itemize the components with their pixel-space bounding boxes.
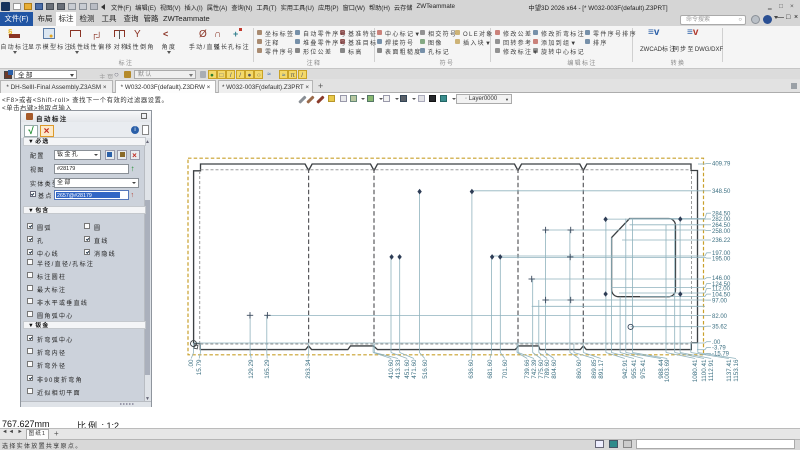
svg-text:413.33: 413.33 — [395, 359, 402, 379]
svg-text:15.79: 15.79 — [196, 359, 203, 375]
svg-text:1080.41: 1080.41 — [692, 359, 699, 382]
svg-text:409.79: 409.79 — [712, 162, 731, 168]
svg-text:35.62: 35.62 — [712, 324, 728, 330]
svg-text:1100.41: 1100.41 — [701, 359, 708, 382]
svg-text:860.60: 860.60 — [576, 359, 583, 379]
svg-text:891.17: 891.17 — [598, 359, 605, 379]
svg-text:1153.16: 1153.16 — [733, 359, 740, 382]
svg-text:195.00: 195.00 — [712, 256, 731, 262]
svg-text:942.91: 942.91 — [622, 359, 629, 379]
svg-text:1003.69: 1003.69 — [664, 359, 671, 382]
svg-text:975.41: 975.41 — [640, 359, 647, 379]
svg-text:1137.41: 1137.41 — [726, 359, 733, 382]
svg-text:516.60: 516.60 — [422, 359, 429, 379]
svg-text:681.60: 681.60 — [487, 359, 494, 379]
svg-text:258.00: 258.00 — [712, 229, 731, 235]
svg-text:97.00: 97.00 — [712, 298, 728, 304]
svg-text:-15.79: -15.79 — [712, 352, 730, 358]
svg-text:.00: .00 — [188, 359, 195, 368]
svg-text:804.60: 804.60 — [551, 359, 558, 379]
svg-text:471.60: 471.60 — [411, 359, 418, 379]
svg-text:636.60: 636.60 — [468, 359, 475, 379]
svg-text:165.29: 165.29 — [264, 359, 271, 379]
svg-text:236.22: 236.22 — [712, 238, 731, 244]
svg-text:129.29: 129.29 — [248, 359, 255, 379]
svg-text:1112.91: 1112.91 — [708, 359, 715, 381]
svg-text:263.34: 263.34 — [305, 359, 312, 379]
svg-text:82.00: 82.00 — [712, 314, 728, 320]
svg-text:701.60: 701.60 — [502, 359, 509, 379]
svg-text:348.50: 348.50 — [712, 189, 731, 195]
svg-text:955.41: 955.41 — [631, 359, 638, 379]
